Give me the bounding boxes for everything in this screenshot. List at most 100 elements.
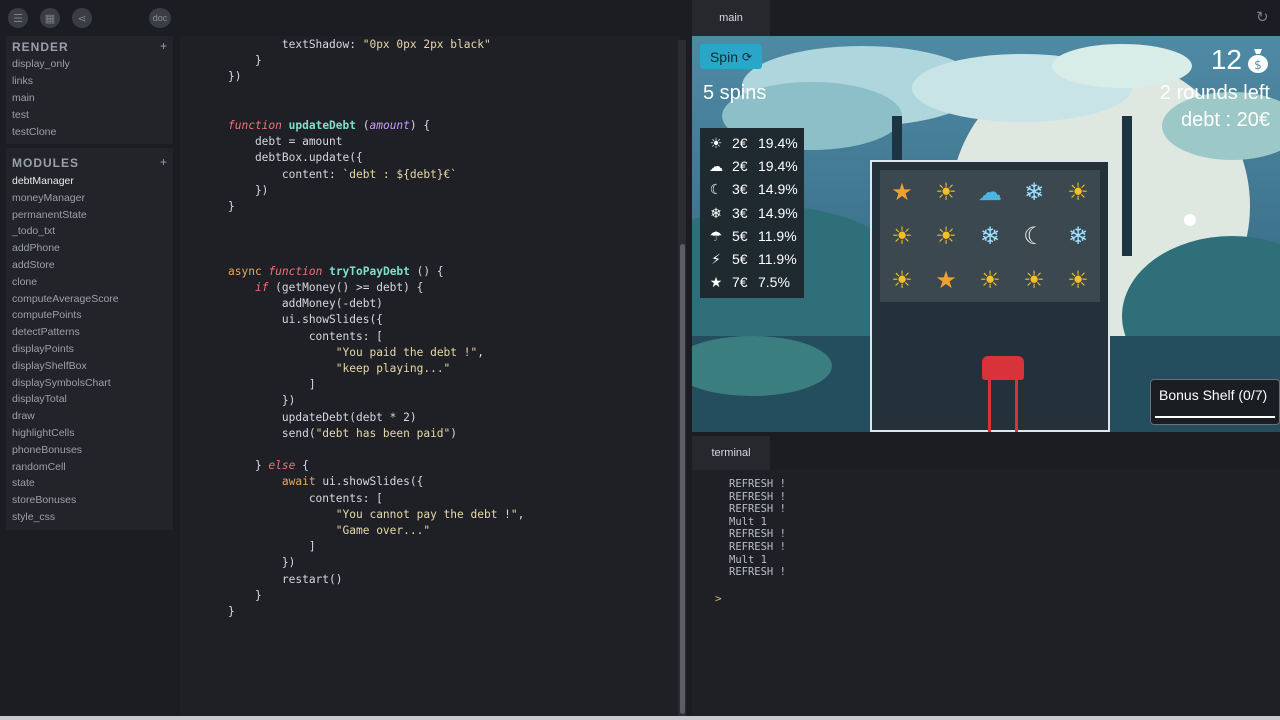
slot-machine: ★ ☀ ☁ ❄ ☀ ☀ ☀ ❄ ☾ ❄ ☀ ★ ☀ ☀ ☀ [870,160,1110,432]
terminal-output[interactable]: > REFRESH ! REFRESH ! REFRESH ! Mult 1 REFRE… [692,470,1280,716]
bottom-strip [0,716,1280,720]
terminal-line: REFRESH ! [729,528,786,541]
code-line: "You paid the debt !", [335,345,484,359]
terminal-line: Mult 1 [729,515,767,528]
stool [982,356,1024,380]
bonus-shelf-button[interactable]: Bonus Shelf (0/7) [1150,379,1280,425]
code-line: }) [228,394,296,408]
sun-icon: ☀ [1067,178,1089,206]
star-icon: ★ [891,178,913,206]
sidebar-item-display-only[interactable]: display_only [12,58,70,70]
sidebar-item-phonebonuses[interactable]: phoneBonuses [12,444,82,456]
odds-price: 5€ [732,251,748,267]
sidebar: RENDER + MODULES + display_only links main… [6,36,173,530]
snowflake-icon: ❄ [1023,178,1045,206]
terminal-line: REFRESH ! [729,541,786,553]
sidebar-item-displaytotal[interactable]: displayTotal [12,393,67,405]
sun-icon: ☀ [935,178,957,206]
sidebar-item-testclone[interactable]: testClone [12,126,56,138]
sidebar-item-style-css[interactable]: style_css [12,511,55,523]
snowflake-icon: ❄ [710,204,722,221]
tab-main[interactable]: main [692,0,770,36]
code-line: function updateDebt (amount) { [228,119,431,132]
code-line: restart() [228,572,343,586]
code-line: await ui.showSlides({ [281,475,424,489]
add-render-icon[interactable]: + [160,39,167,53]
code-line: addMoney(-debt) [228,297,383,311]
code-line: "Game over..." [335,524,431,537]
lightning-icon: ⚡ [711,251,721,267]
odds-price: 3€ [732,181,748,198]
sidebar-item-addstore[interactable]: addStore [12,259,55,271]
sidebar-item-highlightcells[interactable]: highlightCells [12,427,74,439]
sidebar-item-state[interactable]: state [12,477,35,489]
section-divider [6,144,173,148]
odds-percent: 14.9% [758,204,798,221]
odds-row: ⚡ 5€ 11.9% [700,248,804,271]
sidebar-item-test[interactable]: test [12,109,29,121]
rounds-left: 2 rounds left [1159,82,1270,104]
share-icon[interactable]: ⋖ [72,8,92,28]
odds-price: 2€ [732,135,748,151]
snowflake-icon: ❄ [1067,222,1089,250]
odds-price: 5€ [732,227,748,244]
stool-leg [988,380,991,432]
terminal-line: REFRESH ! [729,566,786,579]
code-line: } [228,54,262,68]
money-value: 12 [1210,44,1242,75]
sidebar-item-clone[interactable]: clone [12,276,37,288]
sidebar-item-displaypoints[interactable]: displayPoints [12,343,74,355]
doc-button[interactable]: doc [149,8,171,28]
sidebar-item-computepoints[interactable]: computePoints [12,309,81,321]
code-editor[interactable]: textShadow: "0px 0px 2px black" }}) funct… [180,36,680,716]
code-line: }) [228,183,269,197]
code-line: "keep playing..." [335,362,451,375]
sidebar-item-displaysymbolschart[interactable]: displaySymbolsChart [12,377,111,389]
odds-percent: 14.9% [758,181,798,198]
sidebar-item-detectpatterns[interactable]: detectPatterns [12,326,80,338]
sidebar-item-draw[interactable]: draw [12,410,35,422]
code-line: ] [228,540,316,554]
sidebar-item-randomcell[interactable]: randomCell [12,461,66,473]
moon-icon: ☾ [709,181,723,198]
refresh-icon[interactable]: ↻ [1256,10,1272,26]
odds-price: 3€ [732,204,748,221]
code-line: updateDebt(debt * 2) [228,410,417,424]
cloud-icon: ☁ [978,178,1002,206]
add-module-icon[interactable]: + [160,155,167,169]
sidebar-item-permanentstate[interactable]: permanentState [12,209,87,221]
render-section-title: RENDER [12,40,69,54]
sidebar-item-main[interactable]: main [12,92,35,104]
code-line: }) [228,556,296,570]
grid-icon[interactable]: ▦ [40,8,60,28]
editor-scrollbar-thumb[interactable] [680,244,685,714]
tab-terminal[interactable]: terminal [692,436,770,470]
sidebar-item-displayshelfbox[interactable]: displayShelfBox [12,360,87,372]
code-line: debt = amount [228,135,343,149]
terminal-line: Mult 1 [729,553,767,566]
odds-percent: 11.9% [758,251,797,267]
terminal-prompt[interactable]: > [715,592,722,605]
terminal-line: REFRESH ! [729,478,786,490]
sidebar-item-computeaveragescore[interactable]: computeAverageScore [12,293,119,305]
terminal-tabbar: terminal [692,436,1280,470]
code-line: async function tryToPayDebt () { [228,264,444,278]
sidebar-item-moneymanager[interactable]: moneyManager [12,192,85,204]
sidebar-item-addphone[interactable]: addPhone [12,242,60,254]
code-line: if (getMoney() >= debt) { [254,281,424,294]
bonus-shelf-underline [1155,416,1275,418]
sidebar-item--todo-txt[interactable]: _todo_txt [12,225,55,237]
menu-icon[interactable]: ☰ [8,8,28,28]
sun-icon: ☀ [709,135,723,151]
sidebar-item-debtmanager[interactable]: debtManager [12,175,74,187]
spin-button[interactable]: Spin ⟳ [700,44,762,69]
sun-icon: ☀ [891,222,913,250]
preview-tabbar: main ↻ [692,0,1280,36]
svg-text:$: $ [1254,58,1262,72]
code-line: contents: [ [228,329,383,343]
sidebar-item-storebonuses[interactable]: storeBonuses [12,494,76,506]
odds-percent: 7.5% [758,274,790,291]
sidebar-item-links[interactable]: links [12,75,33,87]
moon-icon: ☾ [1023,222,1045,250]
code-line: content: `debt : ${debt}€` [228,167,458,181]
